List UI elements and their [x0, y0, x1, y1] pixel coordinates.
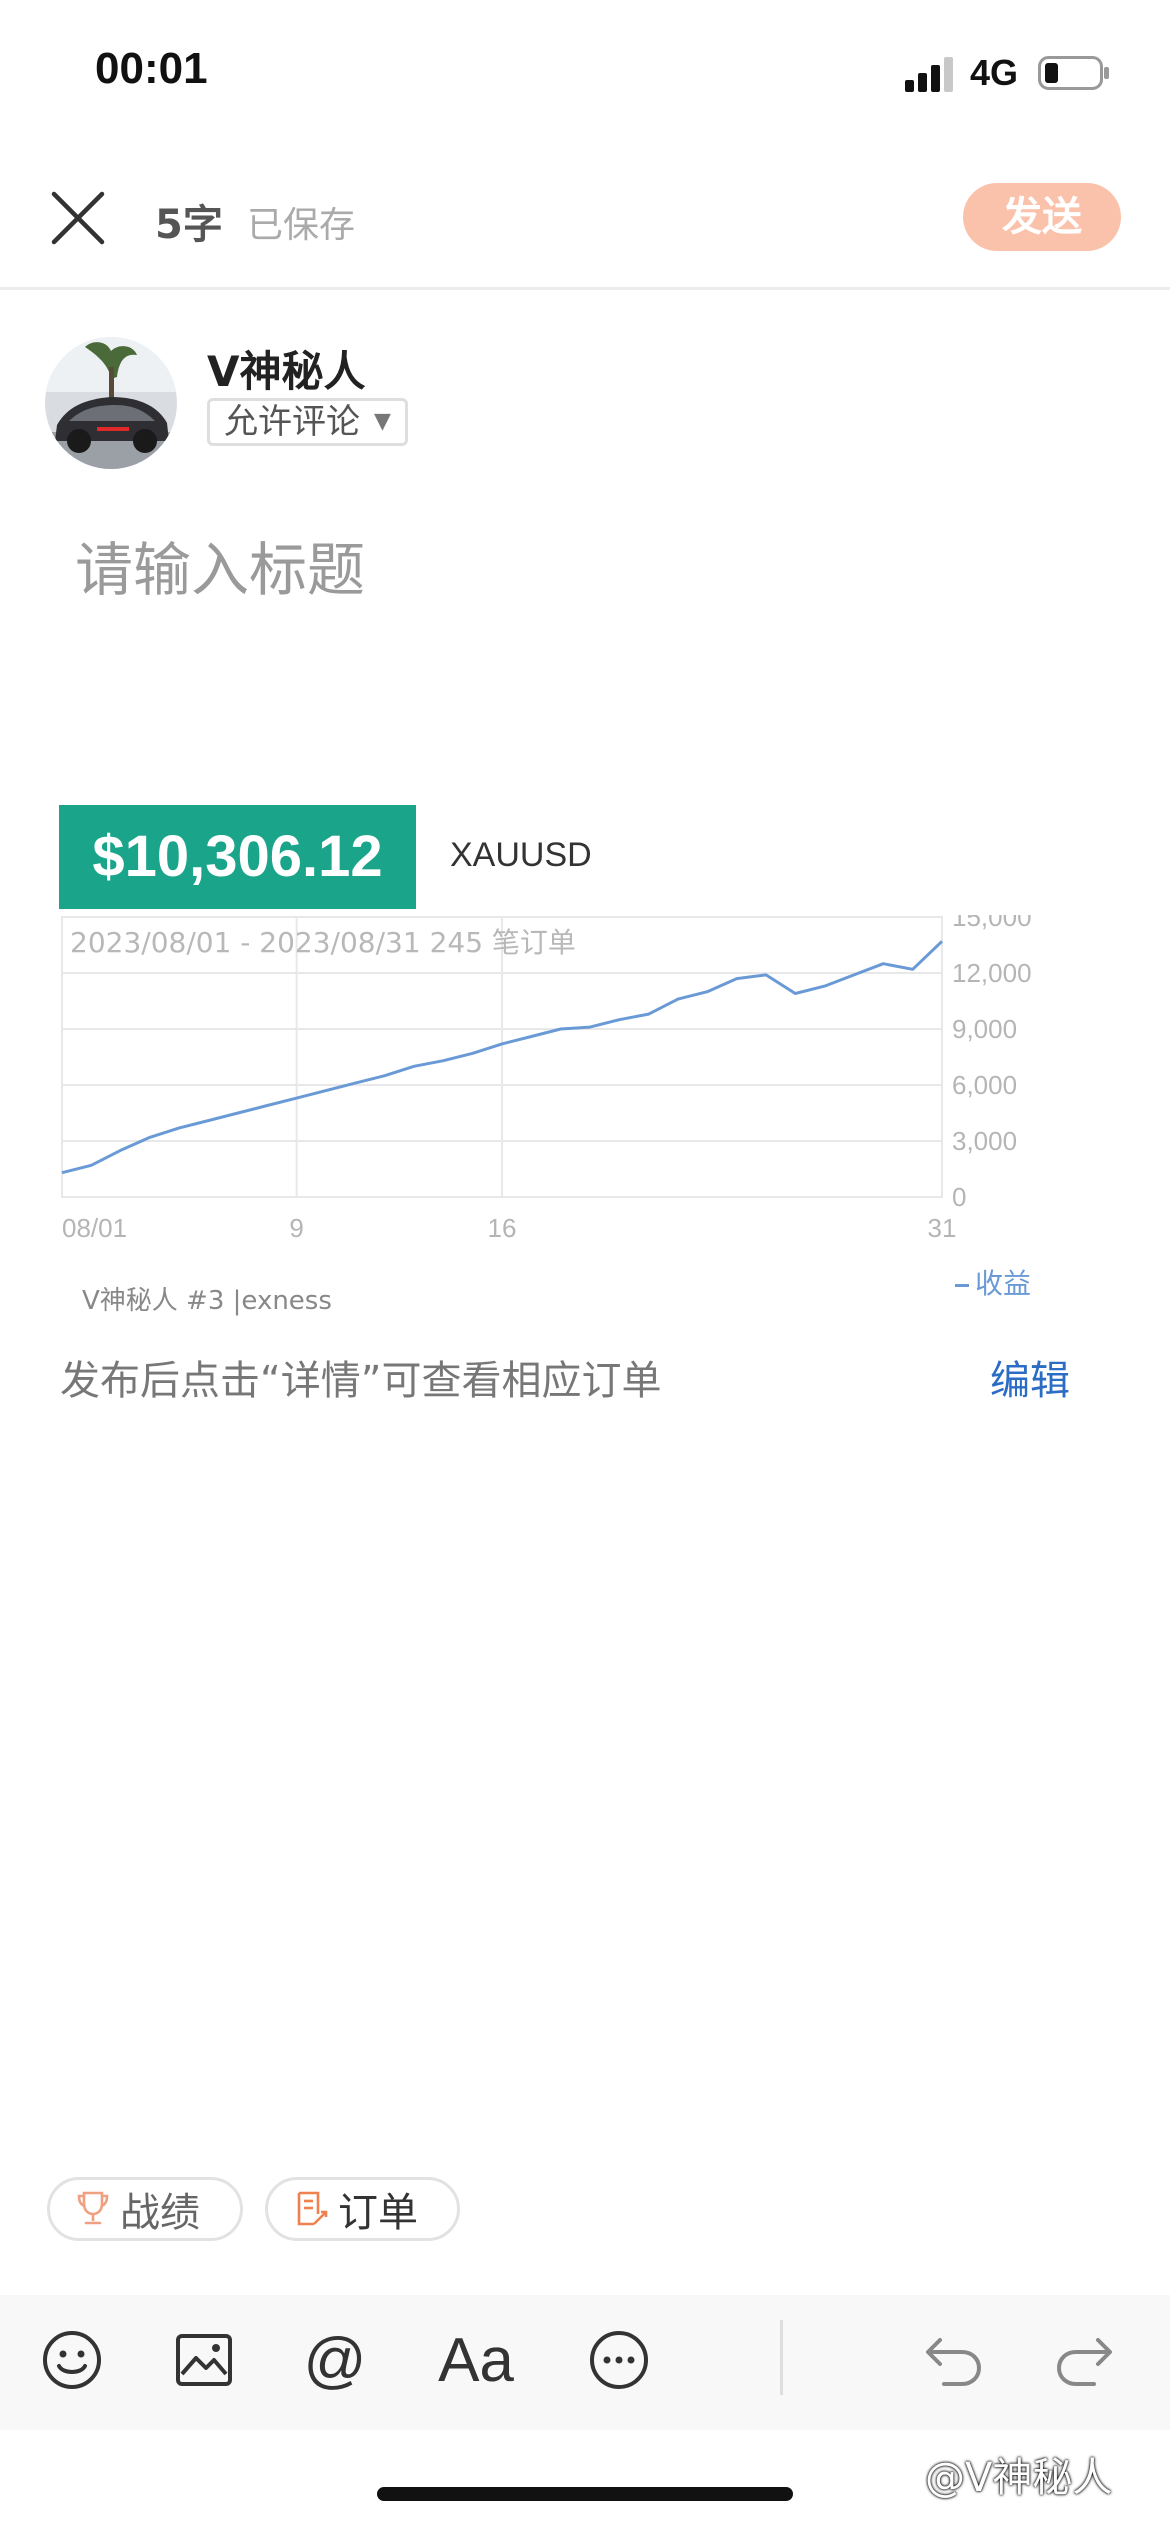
chart-x-tick-label: 9 — [289, 1213, 303, 1243]
chart-y-tick-label: 15,000 — [952, 915, 1032, 932]
signal-strength-icon — [905, 57, 953, 92]
watermark: @V神秘人 — [925, 2455, 1113, 2501]
order-icon — [297, 2191, 328, 2226]
chart-x-tick-label: 08/01 — [62, 1213, 127, 1243]
editor-top-bar: 5字 已保存 发送 — [0, 150, 1170, 290]
tag-record[interactable]: 战绩 — [47, 2177, 243, 2241]
more-icon[interactable] — [585, 2325, 653, 2395]
chart-y-tick-label: 0 — [952, 1182, 966, 1212]
author-name: V神秘人 — [207, 347, 366, 396]
chart-subtitle: 2023/08/01 - 2023/08/31 245 笔订单 — [70, 926, 576, 959]
trading-symbol: XAUUSD — [450, 836, 592, 874]
redo-icon[interactable] — [1050, 2325, 1118, 2395]
chart-legend: 收益 — [955, 1262, 1031, 1302]
home-indicator[interactable] — [377, 2487, 793, 2501]
status-time: 00:01 — [95, 44, 208, 93]
profit-chart[interactable]: 0 3,000 6,000 9,000 12,000 15,000 08/01 9 16 31 20… — [60, 915, 1070, 1255]
undo-icon[interactable] — [920, 2325, 988, 2395]
order-detail-hint: 发布后点击“详情”可查看相应订单 — [60, 1358, 662, 1404]
send-button[interactable]: 发送 — [963, 183, 1121, 251]
comment-setting-label: 允许评论 — [224, 402, 360, 442]
font-icon[interactable]: Aa — [428, 2325, 524, 2395]
tag-record-label: 战绩 — [120, 2190, 200, 2236]
triangle-down-icon: ▼ — [374, 409, 391, 434]
tag-order[interactable]: 订单 — [265, 2177, 460, 2241]
trophy-icon — [77, 2191, 109, 2225]
close-icon[interactable] — [50, 190, 106, 246]
profit-amount: $10,306.12 — [59, 805, 416, 909]
comment-setting-dropdown[interactable]: 允许评论 ▼ — [207, 398, 408, 446]
avatar — [45, 337, 177, 469]
chart-y-tick-label: 6,000 — [952, 1070, 1017, 1100]
chart-x-tick-label: 16 — [488, 1213, 517, 1243]
status-bar: 00:01 4G — [0, 0, 1170, 150]
network-type: 4G — [970, 52, 1019, 93]
tag-order-label: 订单 — [338, 2190, 418, 2236]
editor-toolbar: @ Aa — [0, 2295, 1170, 2430]
emoji-icon[interactable] — [38, 2325, 106, 2395]
chart-y-tick-label: 12,000 — [952, 958, 1032, 988]
chart-y-tick-label: 3,000 — [952, 1126, 1017, 1156]
legend-label: 收益 — [975, 1267, 1032, 1300]
at-icon[interactable]: @ — [298, 2325, 372, 2395]
toolbar-divider — [780, 2320, 783, 2395]
legend-swatch — [955, 1283, 969, 1287]
image-icon[interactable] — [170, 2325, 238, 2395]
battery-icon — [1038, 56, 1109, 90]
chart-footer: V神秘人 #3 |exness — [82, 1286, 332, 1316]
title-input[interactable] — [75, 525, 1075, 615]
edit-button[interactable]: 编辑 — [990, 1348, 1070, 1406]
saved-status: 已保存 — [247, 205, 356, 246]
word-count: 5字 — [155, 202, 223, 248]
chart-y-tick-label: 9,000 — [952, 1014, 1017, 1044]
chart-x-tick-label: 31 — [928, 1213, 957, 1243]
